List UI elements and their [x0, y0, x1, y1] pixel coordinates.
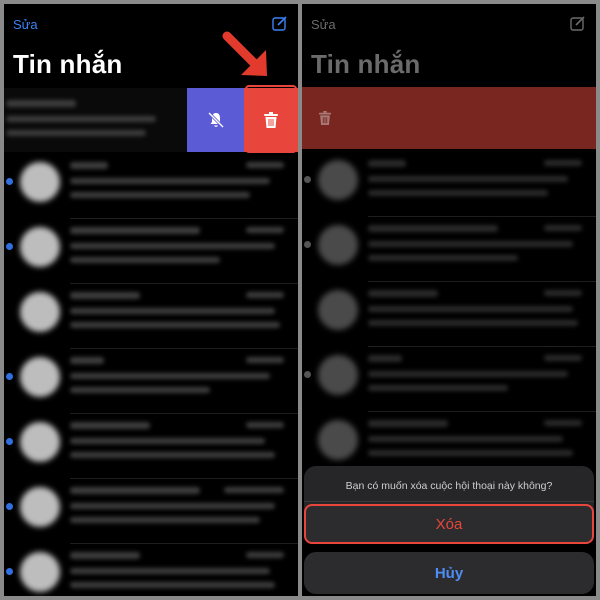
list-item[interactable] [4, 154, 298, 219]
cancel-button[interactable]: Hủy [304, 552, 594, 594]
avatar [20, 552, 60, 592]
unread-indicator [6, 438, 13, 445]
conversation-list [4, 154, 298, 596]
pointer-arrow-icon [222, 31, 267, 76]
list-item[interactable] [4, 219, 298, 284]
avatar [20, 162, 60, 202]
avatar [20, 487, 60, 527]
sheet-divider [304, 501, 594, 502]
avatar [20, 292, 60, 332]
conversation-list [302, 152, 596, 477]
list-item[interactable] [4, 479, 298, 544]
swiped-row-content [4, 88, 194, 152]
trash-icon [318, 111, 332, 125]
unread-indicator [6, 178, 13, 185]
nav-bar: Sửa [302, 12, 596, 38]
list-item [302, 217, 596, 282]
unread-indicator [6, 243, 13, 250]
avatar [20, 227, 60, 267]
messages-screen-swiped: Sửa Tin nhắn [4, 4, 298, 596]
edit-button[interactable]: Sửa [311, 17, 336, 32]
avatar [20, 357, 60, 397]
list-item [302, 347, 596, 412]
delete-highlight-box [245, 85, 297, 153]
bell-slash-icon [207, 111, 224, 129]
unread-indicator [6, 373, 13, 380]
compose-icon[interactable] [570, 15, 586, 31]
confirm-message: Bạn có muốn xóa cuộc hội thoại này không… [345, 480, 553, 492]
list-item [302, 152, 596, 217]
page-title: Tin nhắn [311, 49, 421, 79]
mute-alerts-button[interactable] [187, 88, 244, 152]
unread-indicator [6, 568, 13, 575]
list-item[interactable] [4, 544, 298, 596]
list-item [302, 282, 596, 347]
unread-indicator [6, 503, 13, 510]
avatar [20, 422, 60, 462]
list-item[interactable] [4, 349, 298, 414]
page-title: Tin nhắn [13, 49, 123, 79]
messages-screen-confirm-delete: Sửa Tin nhắn Bạn có muốn xóa cuộc hội th… [302, 4, 596, 596]
list-item[interactable] [4, 414, 298, 479]
deleting-row [302, 87, 596, 149]
list-item[interactable] [4, 284, 298, 349]
confirm-delete-button[interactable]: Xóa [304, 504, 594, 544]
edit-button[interactable]: Sửa [13, 17, 38, 32]
